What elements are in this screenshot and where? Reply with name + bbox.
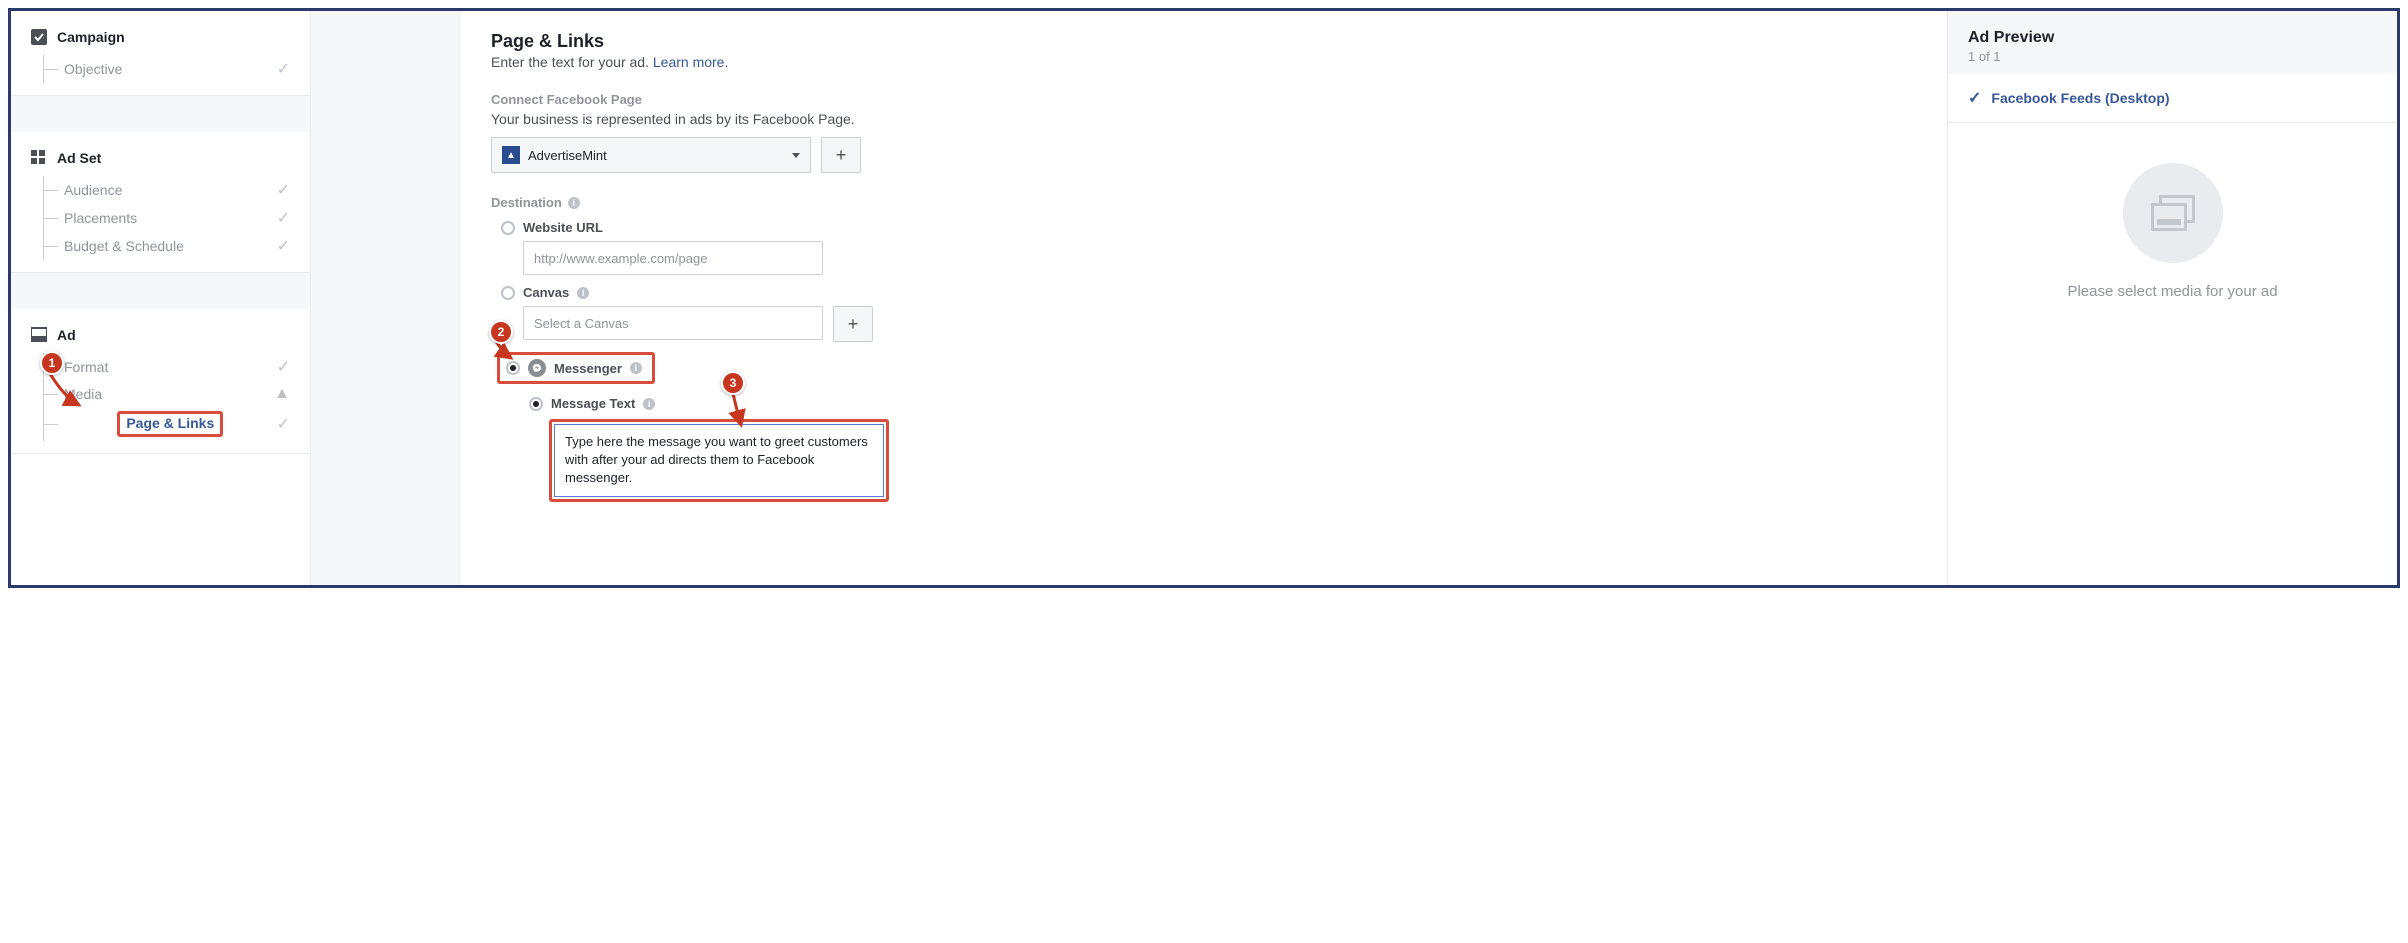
annotation-badge-1: 1: [40, 351, 64, 375]
preview-title: Ad Preview: [1968, 29, 2377, 47]
checkbox-icon: [31, 29, 47, 45]
nav-campaign-label: Campaign: [57, 29, 125, 45]
canvas-select[interactable]: Select a Canvas: [523, 306, 823, 340]
radio-icon: [529, 397, 543, 411]
warning-icon: ▲: [274, 385, 290, 403]
chevron-down-icon: [792, 153, 800, 158]
check-icon: ✓: [277, 180, 290, 200]
radio-canvas[interactable]: Canvas i: [501, 285, 1917, 300]
page-title: Page & Links: [491, 31, 1917, 52]
nav-ad-header[interactable]: Ad: [31, 327, 290, 343]
preview-feed-selector[interactable]: ✓ Facebook Feeds (Desktop): [1948, 74, 2397, 123]
media-placeholder-icon: [2123, 163, 2223, 263]
check-icon: ✓: [1968, 88, 1981, 108]
nav-adset-label: Ad Set: [57, 150, 101, 166]
annotation-badge-2: 2: [489, 320, 513, 344]
check-icon: ✓: [277, 59, 290, 79]
info-icon[interactable]: i: [568, 197, 580, 209]
check-icon: ✓: [277, 357, 290, 377]
nav-item-budget[interactable]: Budget & Schedule✓: [44, 232, 290, 260]
nav-campaign-header[interactable]: Campaign: [31, 29, 290, 45]
nav-item-page-links[interactable]: Page & Links ✓: [44, 407, 290, 441]
check-icon: ✓: [277, 208, 290, 228]
nav-item-placements[interactable]: Placements✓: [44, 204, 290, 232]
content-gutter: [311, 11, 461, 585]
info-icon[interactable]: i: [630, 362, 642, 374]
nav-item-audience[interactable]: Audience✓: [44, 176, 290, 204]
preview-count: 1 of 1: [1968, 49, 2377, 64]
selected-page-name: AdvertiseMint: [528, 148, 607, 163]
connect-page-label: Connect Facebook Page: [491, 92, 1917, 107]
ad-icon: [31, 327, 47, 343]
preview-feed-name: Facebook Feeds (Desktop): [1991, 90, 2169, 106]
page-thumbnail-icon: ▲: [502, 146, 520, 164]
grid-icon: [31, 150, 47, 166]
page-select-dropdown[interactable]: ▲ AdvertiseMint: [491, 137, 811, 173]
radio-icon: [501, 221, 515, 235]
preview-empty-message: Please select media for your ad: [2067, 283, 2277, 300]
info-icon[interactable]: i: [643, 398, 655, 410]
main-panel: Page & Links Enter the text for your ad.…: [461, 11, 1947, 585]
annotation-badge-3: 3: [721, 371, 745, 395]
radio-website-url[interactable]: Website URL: [501, 220, 1917, 235]
annotation-highlight: Page & Links: [117, 411, 223, 437]
radio-icon: [501, 286, 515, 300]
website-url-input[interactable]: http://www.example.com/page: [523, 241, 823, 275]
connect-page-help: Your business is represented in ads by i…: [491, 111, 1917, 127]
nav-adset-header[interactable]: Ad Set: [31, 150, 290, 166]
learn-more-link[interactable]: Learn more: [653, 54, 725, 70]
check-icon: ✓: [277, 236, 290, 256]
check-icon: ✓: [277, 414, 290, 434]
add-canvas-button[interactable]: +: [833, 306, 873, 342]
nav-ad-label: Ad: [57, 327, 76, 343]
messenger-icon: [528, 359, 546, 377]
ad-preview-panel: Ad Preview 1 of 1 ✓ Facebook Feeds (Desk…: [1947, 11, 2397, 585]
left-sidebar: Campaign Objective ✓ Ad Set Audience✓ Pl…: [11, 11, 311, 585]
nav-item-objective[interactable]: Objective ✓: [44, 55, 290, 83]
destination-label: Destination i: [491, 195, 1917, 210]
add-page-button[interactable]: +: [821, 137, 861, 173]
info-icon[interactable]: i: [577, 287, 589, 299]
page-subtitle: Enter the text for your ad. Learn more.: [491, 54, 1917, 70]
